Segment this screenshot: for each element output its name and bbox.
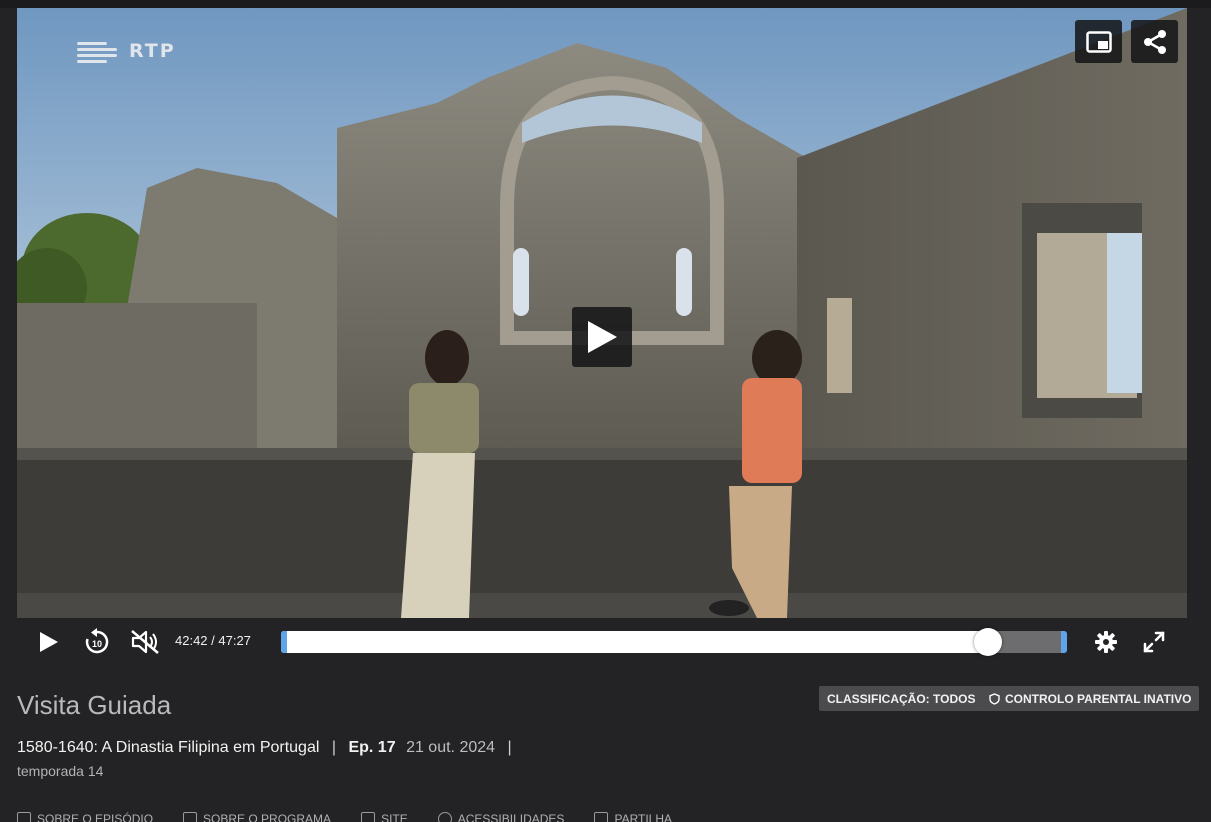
tab-label: SOBRE O EPISÓDIO [37, 812, 154, 822]
program-icon [183, 812, 198, 822]
progress-bar[interactable] [281, 628, 1067, 656]
player-controls: 10 42:42 / 47:27 [17, 618, 1187, 666]
rating-badge: CLASSIFICAÇÃO: TODOS [819, 686, 984, 711]
video-player[interactable]: RTP [17, 8, 1187, 618]
shield-icon [989, 692, 1000, 705]
play-icon [40, 632, 58, 652]
episode-date: 21 out. 2024 [406, 739, 496, 756]
show-title: Visita Guiada [17, 690, 172, 720]
fullscreen-icon [1143, 631, 1165, 653]
rtp-logo: RTP [77, 40, 176, 63]
mute-button[interactable] [129, 626, 161, 658]
rewind-seconds-label: 10 [92, 639, 102, 649]
gear-icon [1095, 631, 1117, 653]
tab-label: ACESSIBILIDADES [457, 812, 565, 822]
episode-icon [17, 812, 31, 822]
season-label: temporada 14 [17, 763, 104, 779]
accessibility-icon [437, 812, 452, 822]
video-page: RTP 10 42:42 / 47:27 Visita Guiada CLASS… [0, 0, 1211, 822]
progress-start-marker [281, 631, 287, 653]
progress-scrubber-handle[interactable] [974, 628, 1002, 656]
rtp-logo-bars-icon [77, 40, 123, 63]
rewind-10-icon: 10 [85, 628, 109, 654]
episode-number: Ep. 17 [348, 739, 396, 756]
rtp-logo-text: RTP [129, 40, 176, 62]
episode-line: 1580-1640: A Dinastia Filipina em Portug… [17, 739, 520, 757]
episode-name: 1580-1640: A Dinastia Filipina em Portug… [17, 739, 320, 756]
picture-in-picture-button[interactable] [1075, 20, 1122, 63]
rewind-10-button[interactable]: 10 [81, 626, 113, 658]
share-icon [594, 812, 609, 822]
center-play-button[interactable] [572, 307, 632, 367]
parental-control-label: CONTROLO PARENTAL INATIVO [1005, 691, 1192, 706]
tab-label: SOBRE O PROGRAMA [203, 812, 332, 822]
tab-site[interactable]: SITE [361, 812, 408, 822]
share-icon [1143, 29, 1166, 54]
top-strip [0, 0, 1211, 8]
picture-in-picture-icon [1085, 30, 1112, 53]
progress-end-marker [1061, 631, 1067, 653]
episode-trailing-separator: | [507, 739, 512, 756]
play-icon [588, 321, 617, 353]
site-icon [361, 812, 376, 822]
time-display: 42:42 / 47:27 [175, 633, 251, 648]
play-button[interactable] [35, 626, 63, 658]
muted-speaker-icon [131, 630, 159, 654]
tab-about-episode[interactable]: SOBRE O EPISÓDIO [17, 812, 153, 822]
tab-about-program[interactable]: SOBRE O PROGRAMA [183, 812, 331, 822]
tab-label: SITE [381, 812, 408, 822]
tab-accessibility[interactable]: ACESSIBILIDADES [437, 812, 565, 822]
tab-share[interactable]: PARTILHA [594, 812, 672, 822]
tab-label: PARTILHA [614, 812, 673, 822]
fullscreen-button[interactable] [1139, 626, 1169, 658]
info-tabs: SOBRE O EPISÓDIO SOBRE O PROGRAMA SITE A… [17, 812, 672, 822]
settings-button[interactable] [1091, 626, 1121, 658]
share-button[interactable] [1131, 20, 1178, 63]
parental-control-badge[interactable]: CONTROLO PARENTAL INATIVO [981, 686, 1200, 711]
progress-played [281, 631, 988, 653]
episode-separator: | [331, 739, 337, 756]
